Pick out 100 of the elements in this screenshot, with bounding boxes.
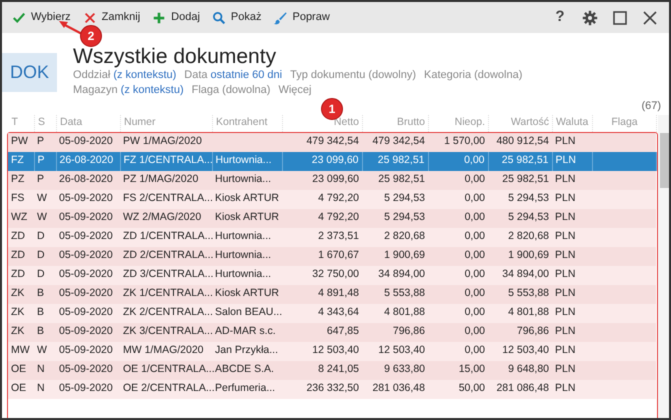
- table-cell: 50,00: [458, 382, 485, 394]
- table-row[interactable]: ZK B 05-09-2020 ZK 2/CENTRALA... Salon BEAU... 4 343,64 4 801,88 0,00 4 801,88 PLN: [8, 304, 656, 323]
- table-cell: 0,00: [464, 211, 485, 224]
- table-cell: 12 503,40: [502, 344, 549, 356]
- table-cell: 15,00: [458, 363, 485, 376]
- table-cell: 05-09-2020: [59, 249, 113, 262]
- table-row[interactable]: FS W 05-09-2020 FS 2/CENTRALA... Kiosk ARTUR 4 792,20 5 294,53 0,00 5 294,53 PLN: [8, 190, 656, 209]
- table-cell: Perfumeria...: [215, 382, 276, 394]
- table-cell: W: [37, 211, 47, 224]
- filter-label[interactable]: Oddział: [73, 68, 110, 84]
- scrollbar[interactable]: [658, 114, 669, 418]
- table-cell: 0,00: [464, 249, 485, 262]
- column-header[interactable]: T: [8, 114, 34, 132]
- filter-value[interactable]: (z kontekstu): [113, 68, 176, 84]
- column-header[interactable]: S: [34, 114, 56, 132]
- table-cell: OE 2/CENTRALA...: [123, 382, 215, 394]
- table-cell: 05-09-2020: [59, 306, 113, 318]
- column-header[interactable]: Numer: [120, 114, 212, 132]
- table-row[interactable]: WZ W 05-09-2020 WZ 2/MAG/2020 Kiosk ARTUR 4 792,20 5 294,53 0,00 5 294,53 PLN: [8, 208, 656, 228]
- toolbar-button[interactable]: Dodaj: [146, 2, 206, 33]
- table-cell: ZK: [11, 325, 24, 338]
- table-cell: ZD 3/CENTRALA...: [123, 268, 214, 280]
- table-cell: 0,00: [464, 173, 485, 186]
- table-cell: ABCDE S.A.: [215, 363, 274, 376]
- toolbar-button[interactable]: Pokaż: [206, 2, 268, 33]
- column-header[interactable]: Flaga: [592, 114, 656, 132]
- table-cell: 05-09-2020: [59, 344, 113, 356]
- filter-value[interactable]: (dowolny): [368, 68, 416, 84]
- table-row[interactable]: OE N 05-09-2020 OE 1/CENTRALA...ABCDE S.A. 8 241,05 9 633,80 15,00 9 648,80 PLN: [8, 360, 656, 380]
- table-row[interactable]: ZK B 05-09-2020 ZK 3/CENTRALA... AD-MAR s.c. 647,85 796,86 0,00 796,86 PLN: [8, 322, 656, 342]
- table-cell: ZD: [11, 249, 25, 262]
- table-cell: OE 1/CENTRALA...: [123, 363, 215, 376]
- table-cell: 479 342,54: [372, 135, 425, 148]
- column-header[interactable]: Waluta: [552, 114, 592, 132]
- filter-label[interactable]: Magazyn: [73, 83, 118, 98]
- table-cell: FZ: [11, 154, 24, 166]
- table-cell: ZK: [11, 287, 24, 300]
- table-cell: Jan Przykła...: [215, 344, 278, 356]
- table-cell: PZ 1/MAG/2020: [123, 173, 198, 186]
- table-row[interactable]: FZ P 26-08-2020 FZ 1/CENTRALA... Hurtownia... 23 099,60 25 982,51 0,00 25 982,51 PLN: [8, 152, 656, 171]
- table-cell: 647,85: [326, 325, 359, 338]
- table-cell: B: [37, 325, 44, 338]
- search-icon: [212, 10, 226, 24]
- table-cell: 1 900,69: [384, 249, 425, 262]
- table-cell: PLN: [555, 325, 576, 338]
- table-row[interactable]: ZK B 05-09-2020 ZK 1/CENTRALA... Kiosk ARTUR 4 891,48 5 553,88 0,00 5 553,88 PLN: [8, 284, 656, 304]
- filter-label[interactable]: Kategoria: [424, 68, 472, 84]
- table-cell: PLN: [555, 135, 576, 148]
- filter-label[interactable]: Flaga: [192, 83, 220, 98]
- table-cell: 9 633,80: [384, 363, 425, 376]
- table-cell: AD-MAR s.c.: [215, 325, 276, 338]
- toolbar-button[interactable]: Popraw: [267, 2, 336, 33]
- help-button[interactable]: ?: [545, 2, 575, 33]
- column-header[interactable]: Wartość: [488, 114, 552, 132]
- table-cell: ZD 2/CENTRALA...: [123, 249, 214, 262]
- table-cell: 4 801,88: [508, 306, 549, 318]
- table-cell: ZK 2/CENTRALA...: [123, 306, 213, 318]
- table-cell: 0,00: [464, 154, 484, 166]
- table-cell: 4 792,20: [318, 192, 359, 204]
- table-cell: PLN: [555, 268, 576, 280]
- check-icon: [12, 10, 26, 24]
- table-row[interactable]: PZ P 26-08-2020 PZ 1/MAG/2020 Hurtownia... 23 099,60 25 982,51 0,00 25 982,51 PLN: [8, 170, 656, 190]
- table-cell: Hurtownia...: [215, 249, 272, 262]
- table-cell: PLN: [555, 173, 576, 186]
- table-cell: 0,00: [464, 230, 485, 242]
- table-cell: 23 099,60: [312, 173, 359, 186]
- filter-label[interactable]: Data: [184, 68, 208, 84]
- table-cell: PLN: [555, 363, 576, 376]
- column-header[interactable]: Data: [56, 114, 120, 132]
- table-cell: 5 294,53: [508, 211, 549, 224]
- table-cell: PLN: [555, 230, 576, 242]
- filter-label[interactable]: Więcej: [278, 83, 312, 98]
- table-row[interactable]: ZD D 05-09-2020 ZD 3/CENTRALA...Hurtownia... 32 750,00 34 894,00 0,00 34 894,00 PLN: [8, 266, 656, 285]
- table-cell: 25 982,51: [378, 154, 424, 166]
- table-cell: 4 801,88: [384, 306, 425, 318]
- filter-label[interactable]: Typ dokumentu: [290, 68, 366, 84]
- table-row[interactable]: MW W 05-09-2020 MW 1/MAG/2020 Jan Przykła... 12 503,40 12 503,40 0,00 12 503,40 PLN: [8, 342, 656, 361]
- column-header[interactable]: Nieop.: [428, 114, 488, 132]
- toolbar-button[interactable]: Wybierz: [6, 2, 77, 33]
- filter-value[interactable]: ostatnie 60 dni: [210, 68, 282, 84]
- column-header[interactable]: Brutto: [362, 114, 428, 132]
- table-cell: D: [37, 230, 45, 242]
- table-cell: 281 036,48: [372, 382, 425, 394]
- table-cell: ZD: [11, 230, 25, 242]
- table-cell: 4 891,48: [318, 287, 359, 300]
- filter-value[interactable]: (dowolna): [222, 83, 270, 98]
- table-cell: 05-09-2020: [59, 363, 113, 376]
- table-row[interactable]: ZD D 05-09-2020 ZD 2/CENTRALA...Hurtownia... 1 670,67 1 900,69 0,00 1 900,69 PLN: [8, 246, 656, 266]
- table-cell: PW: [11, 135, 28, 148]
- table-cell: P: [37, 135, 44, 148]
- table-row[interactable]: OE N 05-09-2020 OE 2/CENTRALA...Perfumeria... 236 332,50 281 036,48 50,00 281 086,48 PLN: [8, 380, 656, 399]
- table-cell: FZ 1/CENTRALA...: [124, 154, 213, 166]
- table-cell: B: [37, 306, 44, 318]
- table-cell: PLN: [556, 154, 576, 166]
- filter-value[interactable]: (z kontekstu): [120, 83, 184, 98]
- filter-value[interactable]: (dowolna): [474, 68, 522, 84]
- column-header[interactable]: Kontrahent: [212, 114, 282, 132]
- record-count: (67): [641, 99, 661, 114]
- table-cell: 05-09-2020: [59, 230, 113, 242]
- table-row[interactable]: ZD D 05-09-2020 ZD 1/CENTRALA...Hurtownia... 2 373,51 2 820,68 0,00 2 820,68 PLN: [8, 228, 656, 247]
